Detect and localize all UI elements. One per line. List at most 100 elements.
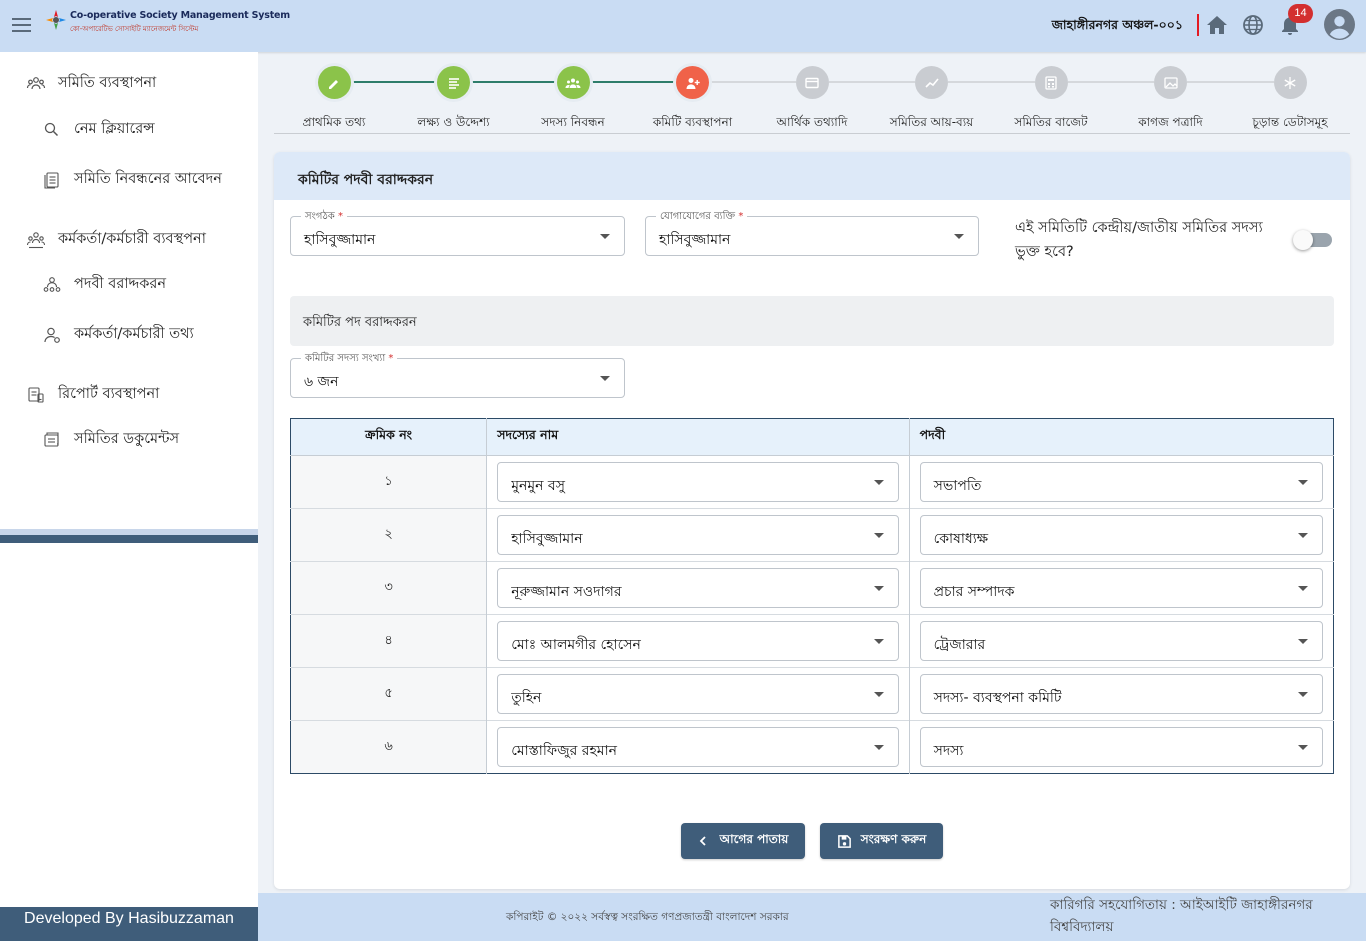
sidebar-item-label: পদবী বরাদ্দকরন	[74, 276, 167, 292]
step-7-circle[interactable]	[1034, 66, 1068, 99]
table-row: ১ মুনমুন বসু সভাপতি	[290, 455, 1334, 509]
serial-cell: ৫	[290, 667, 487, 721]
sidebar-item-society-management[interactable]: সমিতি ব্যবস্থাপনা	[26, 72, 156, 96]
step-7-label[interactable]: সমিতির বাজেট	[1014, 114, 1087, 134]
step-9-label[interactable]: চূড়ান্ত ডেটাসমূহ	[1252, 114, 1327, 134]
step-1-circle[interactable]	[317, 66, 351, 99]
save-button[interactable]: সংরক্ষণ করুন	[820, 823, 943, 859]
sidebar-item-label: কর্মকর্তা/কর্মচারী ব্যবস্থপনা	[58, 231, 206, 247]
designation-select[interactable]: ট্রেজারার	[919, 621, 1323, 661]
chevron-down-icon	[873, 586, 884, 591]
stepper-connector	[350, 81, 437, 83]
contact-person-select[interactable]: যোগাযোগের ব্যক্তি * হাসিবুজ্জামান	[645, 209, 979, 256]
stepper-connector	[589, 81, 676, 83]
chevron-down-icon	[873, 480, 884, 485]
step-2-circle[interactable]	[437, 66, 470, 99]
designation-value: কোষাধ্যক্ষ	[933, 531, 989, 547]
member-cell: মুনমুন বসু	[486, 455, 910, 509]
stepper-connector	[1187, 81, 1274, 83]
designation-select[interactable]: সভাপতি	[919, 462, 1323, 502]
user-avatar-icon[interactable]	[1324, 9, 1355, 40]
member-select[interactable]: মুনমুন বসু	[497, 462, 899, 502]
member-cell: নূরুজ্জামান সওদাগর	[486, 561, 910, 615]
list-icon	[448, 77, 459, 89]
sidebar-item-name-clearance[interactable]: নেম ক্লিয়ারেন্স	[42, 118, 155, 142]
step-2-label[interactable]: লক্ষ্য ও উদ্দেশ্য	[417, 114, 489, 134]
save-button-label: সংরক্ষণ করুন	[860, 832, 927, 846]
step-8-circle[interactable]	[1154, 66, 1187, 99]
sidebar: সমিতি ব্যবস্থাপনা নেম ক্লিয়ারেন্স সমিতি…	[0, 52, 258, 941]
organizer-select[interactable]: সংগঠক * হাসিবুজ্জামান	[290, 209, 625, 256]
central-membership-toggle[interactable]	[1293, 230, 1332, 250]
designation-select[interactable]: সদস্য	[919, 727, 1323, 767]
sidebar-item-society-documents[interactable]: সমিতির ডকুমেন্টস	[42, 428, 179, 452]
chevron-down-icon	[873, 533, 884, 538]
chevron-down-icon	[600, 376, 610, 381]
step-9-circle[interactable]	[1273, 66, 1307, 99]
member-select[interactable]: মোস্তাফিজুর রহমান	[497, 727, 899, 767]
step-4-circle[interactable]	[676, 66, 709, 99]
member-value: মোঃ আলমগীর হোসেন	[511, 637, 641, 653]
designation-value: সদস্য	[933, 743, 964, 759]
sidebar-item-label: সমিতি ব্যবস্থাপনা	[58, 75, 157, 91]
step-6-circle[interactable]	[915, 66, 948, 99]
office-name[interactable]: জাহাঙ্গীরনগর অঞ্চল-০০১	[1052, 17, 1183, 37]
toggle-knob	[1293, 230, 1313, 250]
footer: কপিরাইট © ২০২২ সর্বস্বত্ব সংরক্ষিত গণপ্র…	[258, 893, 1366, 941]
step-5-circle[interactable]	[795, 66, 829, 99]
sidebar-item-registration-application[interactable]: সমিতি নিবন্ধনের আবেদন	[42, 168, 222, 192]
app-subtitle: কো-অপারেটিভ সোসাইটি ম্যানেজমেন্ট সিস্টেম	[70, 25, 199, 33]
stepper-connector	[1067, 81, 1154, 83]
staff-group-icon	[26, 232, 46, 249]
globe-icon[interactable]	[1241, 13, 1265, 37]
chevron-down-icon	[1298, 745, 1308, 750]
sidebar-item-staff-info[interactable]: কর্মকর্তা/কর্মচারী তথ্য	[42, 323, 194, 347]
menu-icon[interactable]	[12, 18, 31, 32]
serial-cell: ৩	[290, 561, 487, 615]
step-4-label[interactable]: কমিটি ব্যবস্থাপনা	[653, 114, 732, 134]
sidebar-item-label: রিপোর্ট ব্যবস্থাপনা	[58, 386, 160, 402]
sidebar-item-report-management[interactable]: রিপোর্ট ব্যবস্থাপনা	[26, 383, 159, 407]
step-5-label[interactable]: আর্থিক তথ্যাদি	[777, 114, 848, 134]
designation-select[interactable]: কোষাধ্যক্ষ	[919, 515, 1323, 555]
designation-cell: সদস্য	[908, 720, 1334, 774]
step-1-label[interactable]: প্রাথমিক তথ্য	[303, 114, 366, 134]
step-3-circle[interactable]	[556, 66, 590, 99]
member-select[interactable]: নূরুজ্জামান সওদাগর	[497, 568, 899, 608]
designation-value: প্রচার সম্পাদক	[933, 584, 1015, 600]
designation-select[interactable]: প্রচার সম্পাদক	[919, 568, 1323, 608]
step-3-label[interactable]: সদস্য নিবন্ধন	[541, 114, 604, 134]
chevron-down-icon	[873, 745, 884, 750]
pencil-icon	[329, 79, 338, 89]
sidebar-item-designation[interactable]: পদবী বরাদ্দকরন	[42, 273, 166, 297]
member-select[interactable]: তুহিন	[497, 674, 899, 714]
copyright-text: কপিরাইট © ২০২২ সর্বস্বত্ব সংরক্ষিত গণপ্র…	[506, 911, 789, 923]
sidebar-item-label: নেম ক্লিয়ারেন্স	[74, 121, 155, 137]
step-6-label[interactable]: সমিতির আয়-ব্যয়	[890, 114, 974, 134]
sidebar-item-staff-management[interactable]: কর্মকর্তা/কর্মচারী ব্যবস্থপনা	[26, 228, 206, 252]
stepper-connector	[828, 81, 915, 83]
committee-designation-card: কমিটির পদবী বরাদ্দকরন সংগঠক * হাসিবুজ্জা…	[274, 152, 1350, 889]
back-button-label: আগের পাতায়	[719, 832, 789, 846]
stepper-connector	[948, 81, 1035, 83]
home-icon[interactable]	[1205, 13, 1229, 37]
contact-person-value: হাসিবুজ্জামান	[659, 232, 731, 248]
report-icon	[28, 387, 44, 403]
member-select[interactable]: মোঃ আলমগীর হোসেন	[497, 621, 899, 661]
section-header: কমিটির পদ বরাদ্দকরন	[290, 296, 1334, 346]
top-bar: Co-operative Society Management System ক…	[0, 0, 1366, 52]
table-row: ৩ নূরুজ্জামান সওদাগর প্রচার সম্পাদক	[290, 561, 1334, 615]
central-membership-question: এই সমিতিটি কেন্দ্রীয়/জাতীয় সমিতির সদস্…	[1015, 220, 1263, 260]
table-row: ৫ তুহিন সদস্য- ব্যবস্থপনা কমিটি	[290, 667, 1334, 721]
society-group-icon	[26, 77, 46, 90]
step-8-label[interactable]: কাগজ পত্রাদি	[1138, 114, 1202, 134]
committee-table: ক্রমিক নং সদস্যের নাম পদবী ১ মুনমুন বসু সভ…	[290, 418, 1334, 774]
back-button[interactable]: আগের পাতায়	[681, 823, 805, 859]
sidebar-item-label: কর্মকর্তা/কর্মচারী তথ্য	[74, 326, 194, 342]
card-title: কমিটির পদবী বরাদ্দকরন	[298, 172, 434, 188]
member-count-select[interactable]: কমিটির সদস্য সংখ্যা * ৬ জন	[290, 351, 625, 398]
image-icon	[1163, 76, 1178, 89]
sidebar-divider-dark	[0, 535, 258, 543]
member-select[interactable]: হাসিবুজ্জামান	[497, 515, 899, 555]
designation-select[interactable]: সদস্য- ব্যবস্থপনা কমিটি	[919, 674, 1323, 714]
